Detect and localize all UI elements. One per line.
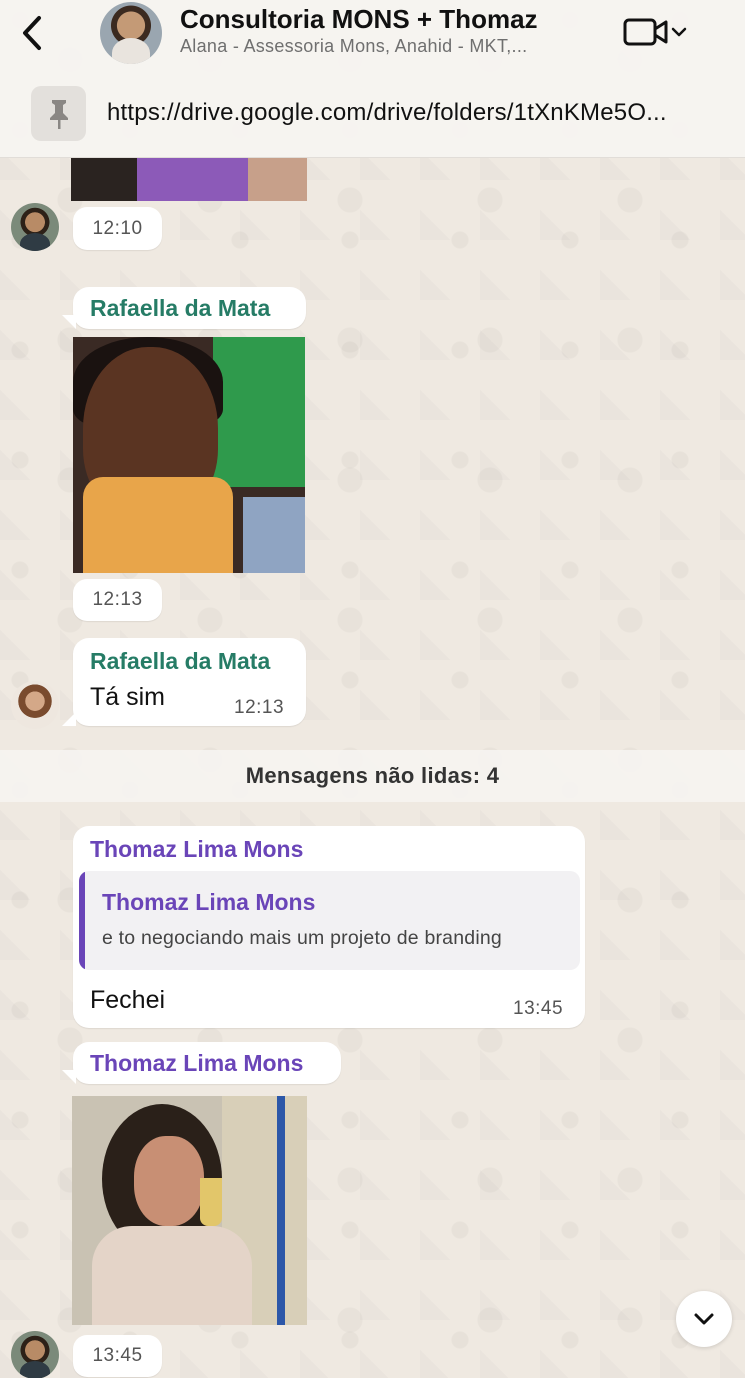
quoted-text: e to negociando mais um projeto de brand…: [102, 927, 502, 949]
chat-header: Consultoria MONS + Thomaz Alana - Assess…: [0, 0, 745, 158]
back-button[interactable]: [12, 10, 52, 56]
sender-name[interactable]: Rafaella da Mata: [90, 295, 270, 322]
message-time: 12:10: [73, 207, 162, 250]
unread-messages-divider: Mensagens não lidas: 4: [0, 750, 745, 802]
message-text: Fechei: [90, 986, 166, 1014]
pinned-message-bar[interactable]: https://drive.google.com/drive/folders/1…: [0, 80, 745, 152]
message-time: 12:13: [73, 579, 162, 621]
sender-name-pill: Thomaz Lima Mons: [73, 1042, 341, 1084]
video-call-button[interactable]: [622, 12, 694, 52]
chat-participants[interactable]: Alana - Assessoria Mons, Anahid - MKT,..…: [180, 36, 527, 57]
bubble-tail: [62, 315, 76, 329]
scroll-down-icon: [694, 1313, 714, 1325]
scroll-down-button[interactable]: [676, 1291, 732, 1347]
chat-title[interactable]: Consultoria MONS + Thomaz: [180, 4, 538, 35]
message-time: 13:45: [73, 1335, 162, 1377]
sender-name[interactable]: Thomaz Lima Mons: [90, 1050, 303, 1077]
quoted-sender: Thomaz Lima Mons: [102, 889, 316, 915]
pinned-link[interactable]: https://drive.google.com/drive/folders/1…: [107, 99, 667, 127]
message-image[interactable]: [71, 158, 307, 201]
bubble-tail: [62, 712, 76, 726]
avatar[interactable]: [11, 681, 59, 729]
bubble-tail: [62, 1070, 76, 1084]
pin-icon: [49, 99, 68, 129]
message-text: Tá sim: [90, 683, 165, 711]
chevron-down-icon: [671, 27, 687, 37]
quoted-message[interactable]: Thomaz Lima Mons e to negociando mais um…: [79, 871, 580, 970]
quote-bar: [79, 871, 85, 970]
avatar[interactable]: [11, 203, 59, 251]
message-bubble[interactable]: Rafaella da Mata Tá sim 12:13: [73, 638, 306, 726]
sender-name-pill: Rafaella da Mata: [73, 287, 306, 329]
video-camera-icon: [623, 18, 668, 46]
pin-button[interactable]: [31, 86, 86, 141]
message-time: 12:13: [234, 697, 285, 718]
message-time: 13:45: [513, 998, 564, 1019]
sender-name[interactable]: Thomaz Lima Mons: [90, 836, 303, 863]
message-image[interactable]: [72, 1096, 307, 1325]
sender-name[interactable]: Rafaella da Mata: [90, 648, 270, 675]
message-image[interactable]: [73, 337, 305, 573]
avatar[interactable]: [11, 1331, 59, 1378]
group-avatar[interactable]: [100, 2, 162, 64]
chevron-left-icon: [23, 16, 41, 50]
